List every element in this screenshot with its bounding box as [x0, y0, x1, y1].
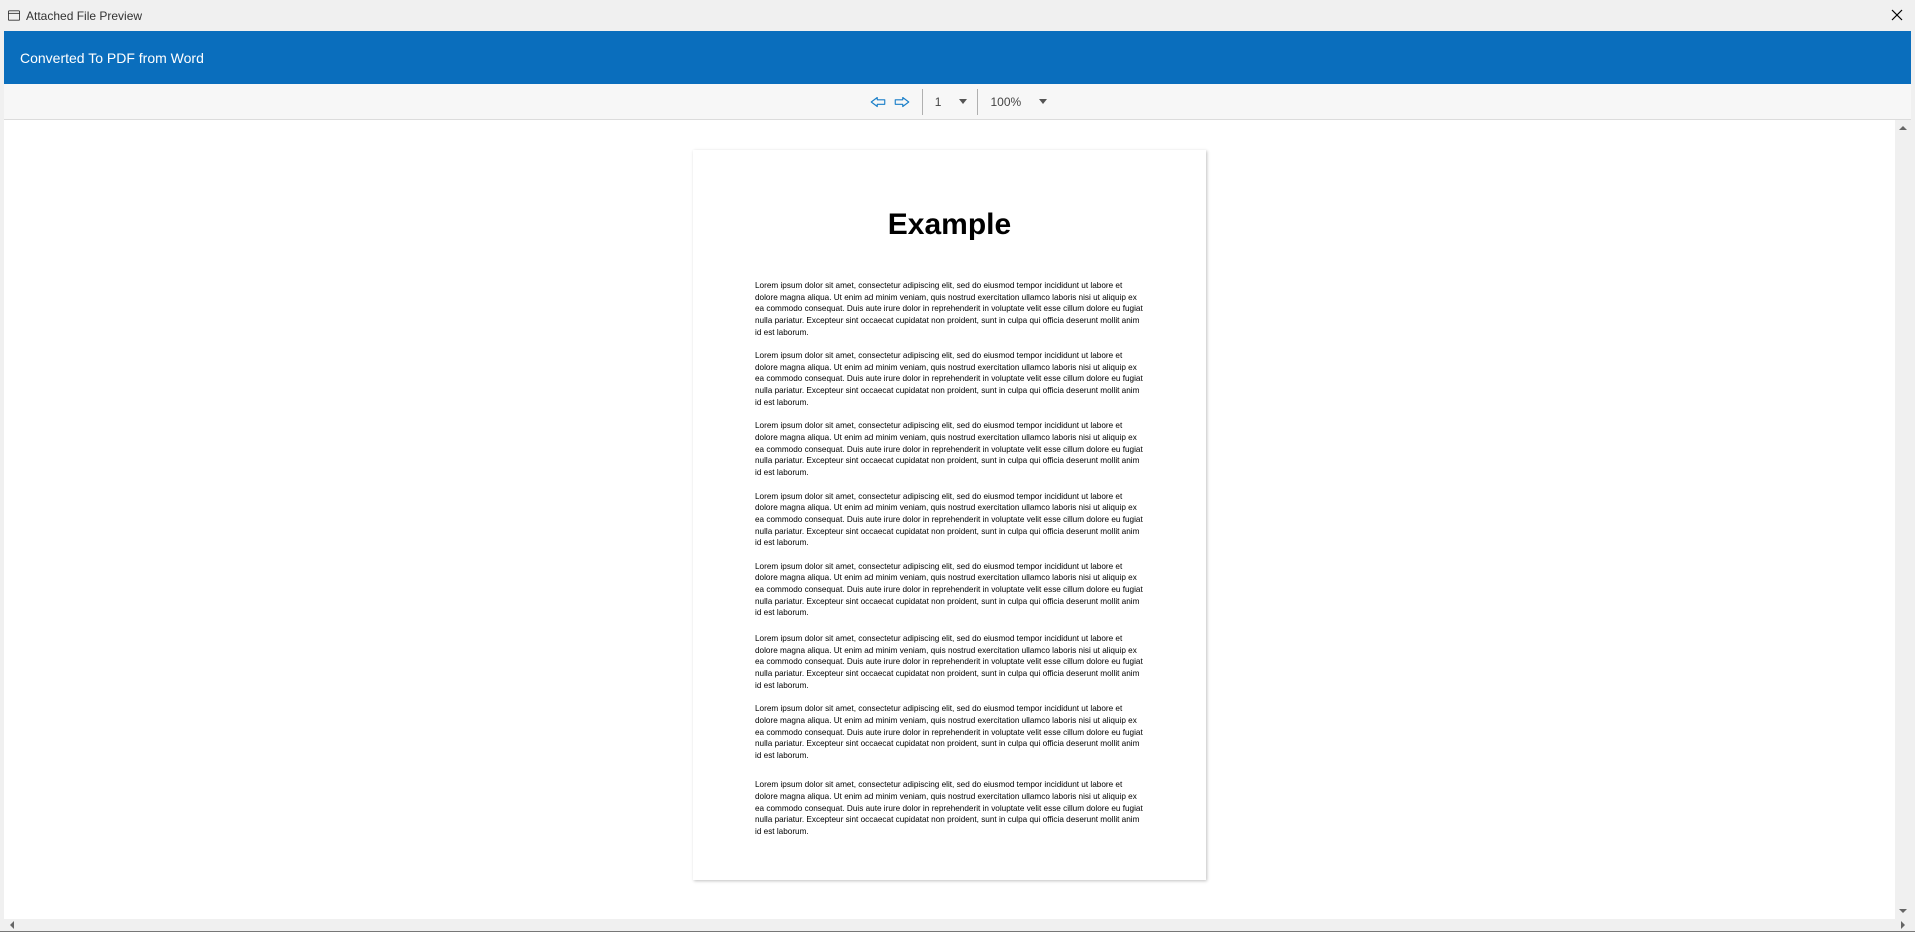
vertical-scrollbar[interactable] [1895, 120, 1911, 919]
page-value: 1 [935, 95, 942, 109]
page-select[interactable]: 1 [923, 84, 978, 119]
zoom-select[interactable]: 100% [978, 84, 1057, 119]
paragraph: Lorem ipsum dolor sit amet, consectetur … [755, 633, 1144, 691]
document-title: Converted To PDF from Word [20, 50, 204, 66]
toolbar: 1 100% [4, 84, 1911, 120]
document-viewer[interactable]: Example Lorem ipsum dolor sit amet, cons… [4, 120, 1895, 919]
nav-group [858, 84, 922, 119]
page: Example Lorem ipsum dolor sit amet, cons… [693, 150, 1206, 880]
scroll-up-button[interactable] [1895, 120, 1911, 136]
next-page-button[interactable] [890, 90, 914, 114]
chevron-left-icon [10, 921, 14, 929]
paragraph: Lorem ipsum dolor sit amet, consectetur … [755, 561, 1144, 619]
previous-page-button[interactable] [866, 90, 890, 114]
zoom-value: 100% [990, 95, 1021, 109]
paragraph: Lorem ipsum dolor sit amet, consectetur … [755, 280, 1144, 338]
page-heading: Example [755, 208, 1144, 242]
chevron-up-icon [1899, 126, 1907, 130]
app-window: Attached File Preview Converted To PDF f… [0, 0, 1915, 931]
title-bar: Attached File Preview [0, 0, 1915, 31]
horizontal-scrollbar[interactable] [4, 919, 1911, 931]
paragraph: Lorem ipsum dolor sit amet, consectetur … [755, 350, 1144, 408]
close-button[interactable] [1887, 5, 1907, 26]
paragraph: Lorem ipsum dolor sit amet, consectetur … [755, 491, 1144, 549]
scroll-right-button[interactable] [1895, 919, 1911, 931]
paragraph: Lorem ipsum dolor sit amet, consectetur … [755, 420, 1144, 478]
scroll-down-button[interactable] [1895, 903, 1911, 919]
window-title: Attached File Preview [26, 9, 142, 23]
chevron-down-icon [1039, 99, 1047, 104]
paragraph: Lorem ipsum dolor sit amet, consectetur … [755, 779, 1144, 837]
chevron-down-icon [959, 99, 967, 104]
viewer-wrap: Example Lorem ipsum dolor sit amet, cons… [4, 120, 1911, 919]
chevron-down-icon [1899, 909, 1907, 913]
scroll-left-button[interactable] [4, 919, 20, 931]
chevron-right-icon [1901, 921, 1905, 929]
window-icon [8, 10, 20, 21]
paragraph: Lorem ipsum dolor sit amet, consectetur … [755, 703, 1144, 761]
document-header: Converted To PDF from Word [4, 31, 1911, 84]
